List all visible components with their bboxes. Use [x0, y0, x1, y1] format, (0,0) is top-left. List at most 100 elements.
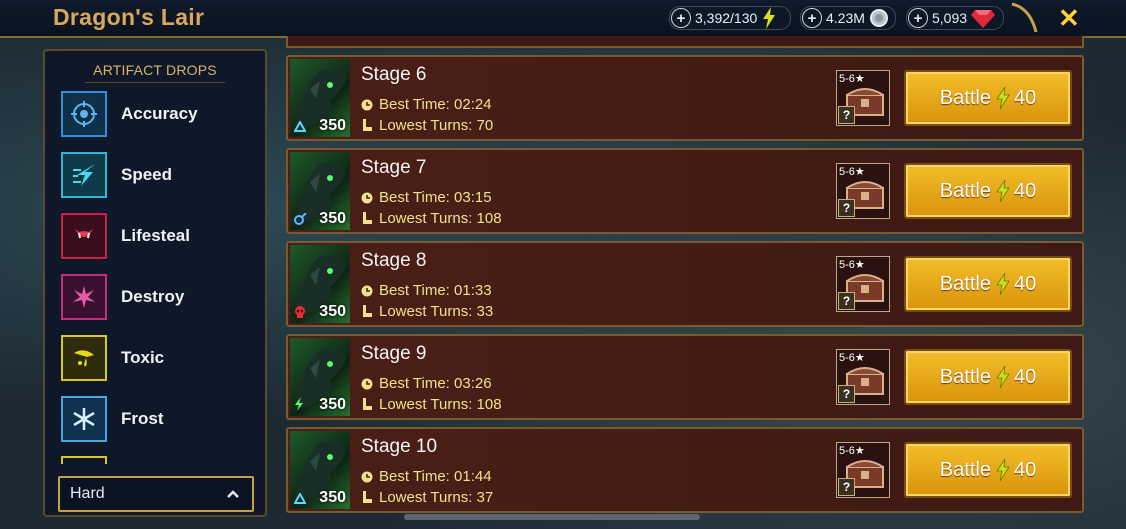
lifesteal-icon [61, 213, 107, 259]
lowest-turns: Lowest Turns: 37 [361, 489, 493, 506]
stage-level: 350 [319, 396, 346, 413]
energy-cost: 40 [1013, 86, 1037, 109]
reward-rank: 5-6★ [839, 73, 865, 85]
reward-chest[interactable]: 5-6★ ? [836, 163, 890, 219]
drop-lifesteal[interactable]: Lifesteal [61, 211, 261, 261]
drop-label: Destroy [121, 287, 185, 306]
gem-counter[interactable]: + 5,093 [906, 6, 1004, 30]
drop-accuracy[interactable]: Accuracy [61, 89, 261, 139]
drop-partial-item [61, 456, 107, 464]
difficulty-select[interactable]: Hard [58, 476, 254, 512]
artifact-drops-panel: ARTIFACT DROPS Accuracy Speed Lifesteal … [43, 49, 267, 517]
clock-icon [361, 378, 373, 390]
energy-counter[interactable]: + 3,392/130 [669, 6, 791, 30]
dragon-portrait: 350 [290, 431, 350, 509]
stage-row[interactable]: 350 Stage 10 Best Time: 01:44 Lowest Tur… [286, 427, 1084, 513]
best-time-text: Best Time: 01:33 [379, 282, 492, 299]
energy-icon [763, 7, 776, 29]
drop-label: Speed [121, 165, 173, 184]
energy-icon [995, 179, 1011, 203]
reward-chest[interactable]: 5-6★ ? [836, 349, 890, 405]
best-time: Best Time: 02:24 [361, 96, 492, 113]
reward-chest[interactable]: 5-6★ ? [836, 70, 890, 126]
drop-label: Frost [121, 409, 164, 428]
reward-chest[interactable]: 5-6★ ? [836, 256, 890, 312]
battle-button[interactable]: Battle 40 [904, 349, 1072, 405]
close-button[interactable]: ✕ [1058, 3, 1080, 34]
energy-value: 3,392/130 [695, 10, 758, 26]
void-affinity-icon [295, 397, 303, 411]
best-time: Best Time: 01:44 [361, 468, 492, 485]
boot-icon [361, 212, 373, 225]
horizontal-scrollbar[interactable] [404, 514, 700, 520]
clock-icon [361, 99, 373, 111]
boot-icon [361, 305, 373, 318]
unknown-reward-icon: ? [838, 106, 855, 124]
stage-row[interactable]: 350 Stage 6 Best Time: 02:24 Lowest Turn… [286, 55, 1084, 141]
dragon-portrait: 350 [290, 338, 350, 416]
drop-label: Lifesteal [121, 226, 190, 245]
reward-rank: 5-6★ [839, 352, 865, 364]
stage-level: 350 [319, 210, 346, 227]
add-silver-button[interactable]: + [802, 8, 822, 28]
lowest-turns-text: Lowest Turns: 37 [379, 489, 494, 506]
stage-row[interactable]: 350 Stage 8 Best Time: 01:33 Lowest Turn… [286, 241, 1084, 327]
battle-button[interactable]: Battle 40 [904, 442, 1072, 498]
lowest-turns: Lowest Turns: 33 [361, 303, 493, 320]
stage-level: 350 [319, 303, 346, 320]
ruby-icon [971, 10, 996, 28]
stage-list[interactable]: 350 Stage 6 Best Time: 02:24 Lowest Turn… [286, 36, 1086, 518]
unknown-reward-icon: ? [838, 478, 855, 496]
stage-level: 350 [319, 117, 346, 134]
toxic-icon [61, 335, 107, 381]
lowest-turns: Lowest Turns: 108 [361, 396, 502, 413]
battle-button[interactable]: Battle 40 [904, 163, 1072, 219]
drop-destroy[interactable]: Destroy [61, 272, 261, 322]
clock-icon [361, 192, 373, 204]
clock-icon [361, 285, 373, 297]
energy-cost: 40 [1013, 272, 1037, 295]
lowest-turns-text: Lowest Turns: 33 [379, 303, 494, 320]
lowest-turns-text: Lowest Turns: 70 [379, 117, 494, 134]
best-time: Best Time: 01:33 [361, 282, 492, 299]
silver-counter[interactable]: + 4.23M [800, 6, 896, 30]
drop-speed[interactable]: Speed [61, 150, 261, 200]
battle-label: Battle [939, 272, 991, 295]
stage-row[interactable]: 350 Stage 7 Best Time: 03:15 Lowest Turn… [286, 148, 1084, 234]
frost-icon [61, 396, 107, 442]
stage-row[interactable]: 350 Stage 9 Best Time: 03:26 Lowest Turn… [286, 334, 1084, 420]
magic-affinity-icon [294, 493, 306, 504]
accuracy-icon [61, 91, 107, 137]
drop-label: Toxic [121, 348, 165, 367]
battle-button[interactable]: Battle 40 [904, 256, 1072, 312]
best-time-text: Best Time: 02:24 [379, 96, 492, 113]
best-time-text: Best Time: 01:44 [379, 468, 492, 485]
lowest-turns: Lowest Turns: 108 [361, 210, 502, 227]
stage-name: Stage 9 [361, 343, 427, 364]
add-gems-button[interactable]: + [908, 8, 928, 28]
top-bar: Dragon's Lair + 3,392/130 + 4.23M + 5,09… [0, 0, 1126, 38]
crescent-icon [1011, 2, 1038, 33]
best-time-text: Best Time: 03:26 [379, 375, 492, 392]
energy-icon [995, 365, 1011, 389]
spirit-affinity-icon [294, 213, 307, 225]
stage-level: 350 [319, 489, 346, 506]
energy-cost: 40 [1013, 365, 1037, 388]
difficulty-value: Hard [70, 485, 105, 502]
lowest-turns: Lowest Turns: 70 [361, 117, 493, 134]
add-energy-button[interactable]: + [671, 8, 691, 28]
reward-rank: 5-6★ [839, 166, 865, 178]
battle-button[interactable]: Battle 40 [904, 70, 1072, 126]
battle-label: Battle [939, 179, 991, 202]
force-affinity-icon [295, 306, 305, 318]
divider [85, 82, 225, 83]
drop-toxic[interactable]: Toxic [61, 333, 261, 383]
artifact-drops-title: ARTIFACT DROPS [93, 62, 217, 78]
boot-icon [361, 398, 373, 411]
silver-value: 4.23M [826, 10, 865, 26]
drop-frost[interactable]: Frost [61, 394, 261, 444]
best-time: Best Time: 03:26 [361, 375, 492, 392]
reward-chest[interactable]: 5-6★ ? [836, 442, 890, 498]
unknown-reward-icon: ? [838, 385, 855, 403]
energy-icon [995, 272, 1011, 296]
